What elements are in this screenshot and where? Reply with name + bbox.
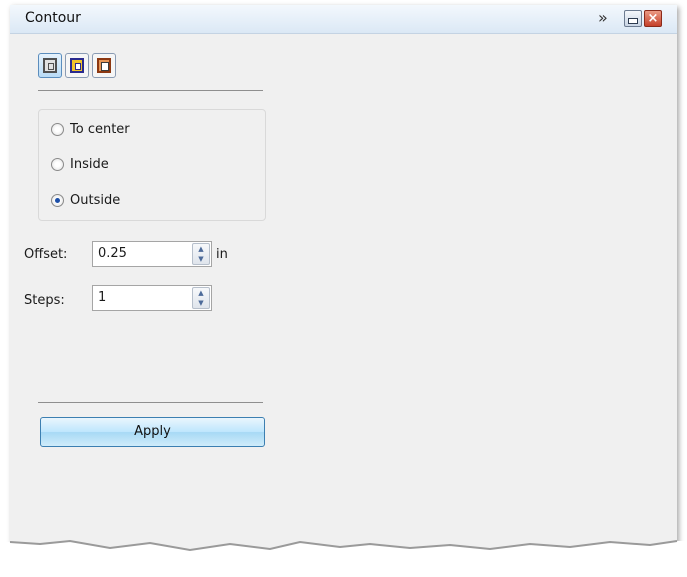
radio-outside[interactable]: Outside <box>51 193 120 208</box>
inside-mode-button[interactable] <box>65 53 89 78</box>
offset-label: Offset: <box>24 247 68 262</box>
outside-mode-button[interactable] <box>92 53 116 78</box>
spin-up-icon[interactable]: ▲ <box>193 244 209 254</box>
contour-panel: Contour » × To center Inside Outside Off… <box>10 5 677 571</box>
steps-spinner[interactable]: ▲ ▼ <box>192 287 210 309</box>
offset-spinner[interactable]: ▲ ▼ <box>192 243 210 265</box>
offset-input[interactable]: 0.25 ▲ ▼ <box>92 241 212 267</box>
contour-to-center-icon <box>43 58 57 73</box>
radio-icon <box>51 123 64 136</box>
radio-checked-icon <box>51 194 64 207</box>
steps-label: Steps: <box>24 293 65 308</box>
radio-label: Inside <box>70 157 109 172</box>
contour-inside-icon <box>70 58 84 73</box>
title-bar: Contour » × <box>10 5 677 34</box>
divider-bottom <box>38 402 263 403</box>
close-button[interactable]: × <box>644 10 662 27</box>
radio-label: Outside <box>70 193 121 208</box>
expand-icon[interactable]: » <box>598 8 608 27</box>
offset-value: 0.25 <box>98 246 127 261</box>
steps-input[interactable]: 1 ▲ ▼ <box>92 285 212 311</box>
radio-inside[interactable]: Inside <box>51 157 109 172</box>
to-center-mode-button[interactable] <box>38 53 62 78</box>
apply-button[interactable]: Apply <box>40 417 265 447</box>
offset-unit: in <box>216 247 228 262</box>
steps-value: 1 <box>98 290 107 305</box>
radio-to-center[interactable]: To center <box>51 122 130 137</box>
minimize-button[interactable] <box>624 10 642 27</box>
direction-group: To center Inside Outside <box>38 109 266 221</box>
spin-down-icon[interactable]: ▼ <box>193 298 209 308</box>
torn-edge <box>0 539 687 577</box>
divider-top <box>38 90 263 91</box>
radio-icon <box>51 158 64 171</box>
spin-down-icon[interactable]: ▼ <box>193 254 209 264</box>
spin-up-icon[interactable]: ▲ <box>193 288 209 298</box>
panel-title: Contour <box>25 10 81 26</box>
contour-outside-icon <box>97 58 111 73</box>
radio-label: To center <box>70 122 130 137</box>
